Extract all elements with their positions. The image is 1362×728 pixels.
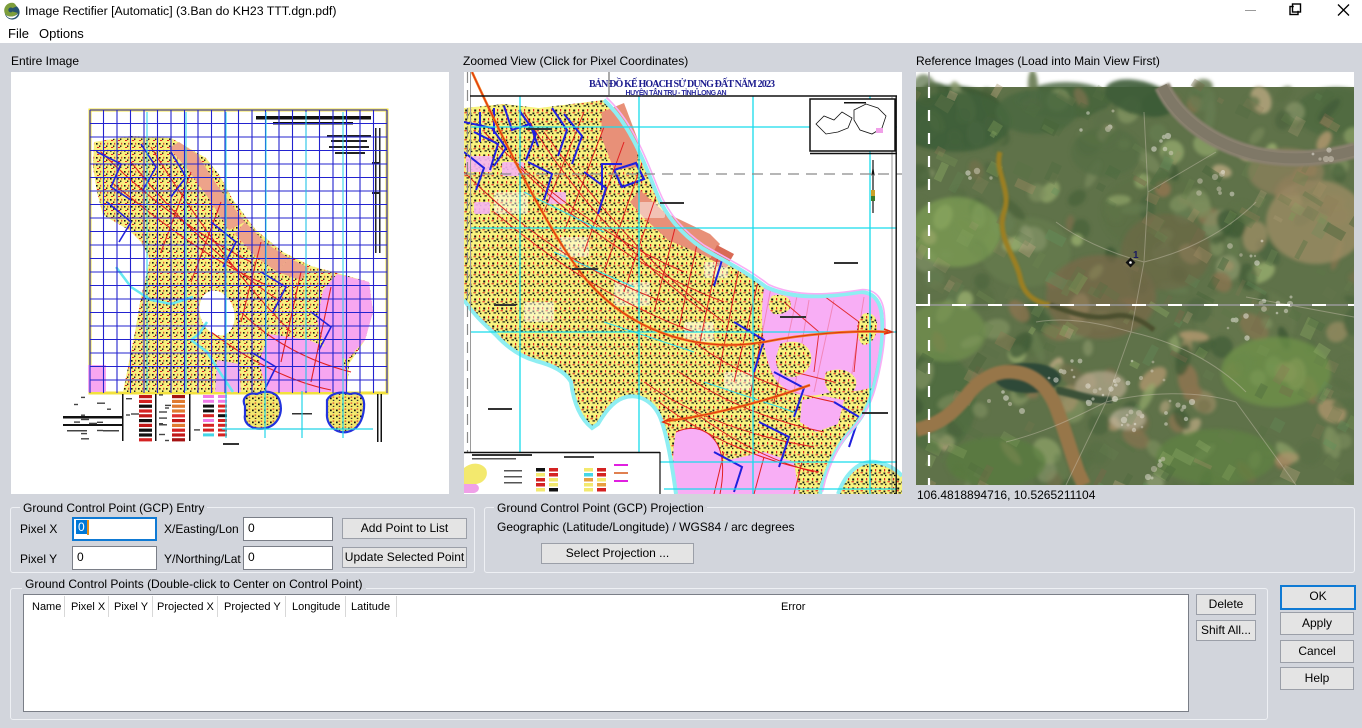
svg-text:1: 1	[1133, 250, 1139, 261]
svg-text:HUYỆN TÂN TRỤ - TỈNH LONG AN: HUYỆN TÂN TRỤ - TỈNH LONG AN	[626, 88, 727, 97]
svg-text:BẢN ĐỒ KẾ HOẠCH SỬ DỤNG ĐẤT NĂ: BẢN ĐỒ KẾ HOẠCH SỬ DỤNG ĐẤT NĂM 2023	[589, 77, 775, 90]
